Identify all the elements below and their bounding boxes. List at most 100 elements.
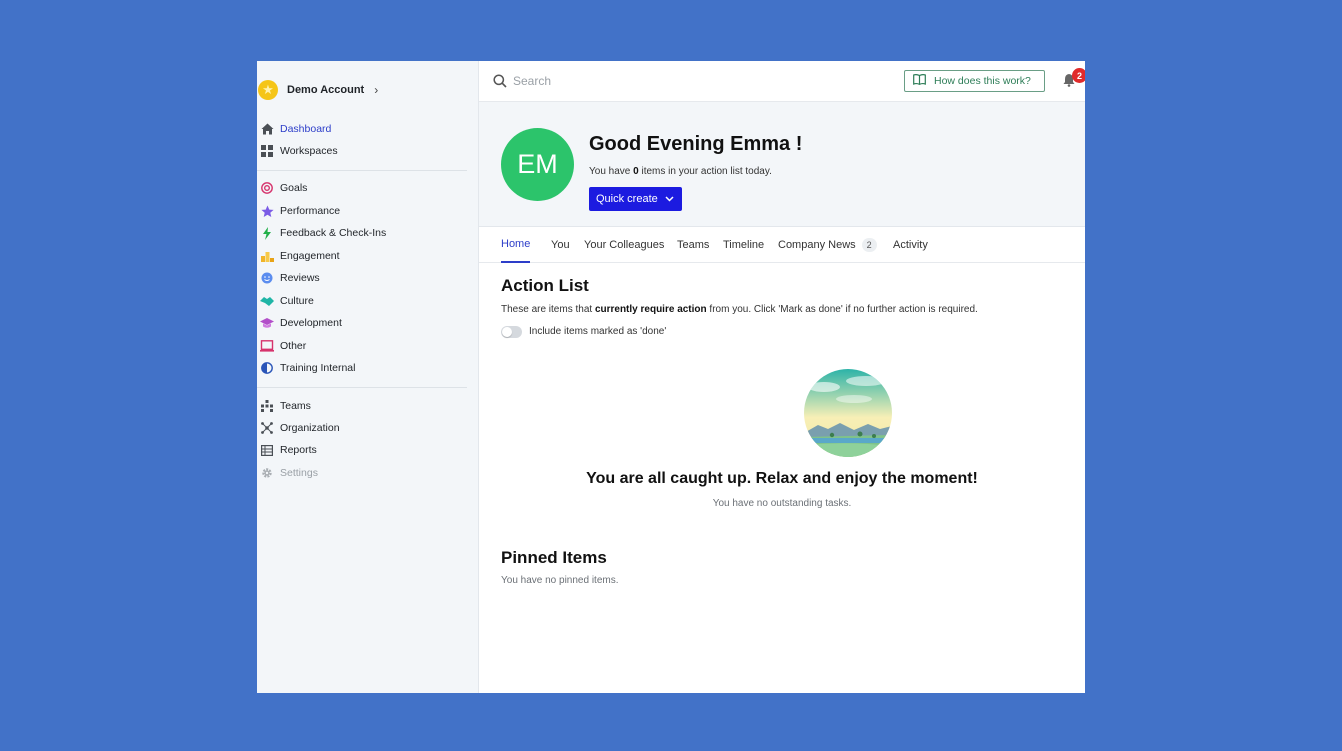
tab-count-badge: 2 <box>861 238 877 252</box>
home-icon <box>260 122 274 136</box>
podium-icon <box>260 249 274 263</box>
sidebar-item-label: Workspaces <box>280 145 338 157</box>
face-icon <box>260 271 274 285</box>
account-name: Demo Account <box>287 84 365 96</box>
tab-label: You <box>551 239 570 251</box>
chevron-down-icon <box>665 194 674 204</box>
sidebar-item-feedback[interactable]: Feedback & Check-Ins <box>260 224 386 242</box>
quick-create-button[interactable]: Quick create <box>589 187 682 211</box>
toggle-knob <box>502 327 512 337</box>
search-input[interactable] <box>513 72 813 90</box>
sidebar-item-label: Performance <box>280 205 341 217</box>
half-circle-icon <box>260 361 274 375</box>
sidebar-item-culture[interactable]: Culture <box>260 292 314 310</box>
main-content: How does this work? 2 EM Good Evening Em… <box>479 61 1085 693</box>
sidebar-item-goals[interactable]: Goals <box>260 179 307 197</box>
action-summary-suffix: items in your action list today. <box>641 166 772 177</box>
account-switcher[interactable]: ★ Demo Account › <box>257 78 378 102</box>
action-list-title: Action List <box>501 276 589 295</box>
search-icon <box>493 74 507 93</box>
action-summary: You have 0 items in your action list tod… <box>589 166 772 177</box>
sidebar-item-label: Settings <box>280 467 318 479</box>
landscape-illustration <box>804 369 892 457</box>
tab-activity[interactable]: Activity <box>893 227 928 263</box>
description-prefix: These are items that <box>501 304 593 315</box>
tab-label: Timeline <box>723 239 765 251</box>
sidebar-item-label: Culture <box>280 295 314 307</box>
app-window: ★ Demo Account › Dashboard Workspaces Go… <box>257 61 1085 693</box>
sidebar-divider <box>257 387 467 388</box>
tab-label: Teams <box>677 239 710 251</box>
sidebar-item-workspaces[interactable]: Workspaces <box>260 142 338 160</box>
book-icon <box>913 72 926 90</box>
sidebar-item-reports[interactable]: Reports <box>260 441 317 459</box>
sidebar-item-teams[interactable]: Teams <box>260 397 311 415</box>
tab-label: Activity <box>893 239 928 251</box>
help-button-label: How does this work? <box>934 75 1031 87</box>
sidebar-item-label: Development <box>280 317 342 329</box>
tab-label: Your Colleagues <box>584 239 665 251</box>
tab-you[interactable]: You <box>551 227 570 263</box>
description-suffix: from you. Click 'Mark as done' if no fur… <box>709 304 978 315</box>
tab-your-colleagues[interactable]: Your Colleagues <box>584 227 664 263</box>
sidebar-item-label: Feedback & Check-Ins <box>280 227 387 239</box>
account-star-icon: ★ <box>258 80 278 100</box>
quick-create-label: Quick create <box>596 193 658 205</box>
avatar[interactable]: EM <box>501 128 574 201</box>
description-emphasis: currently require action <box>594 304 707 315</box>
sidebar-item-dashboard[interactable]: Dashboard <box>260 120 331 138</box>
grid-icon <box>260 144 274 158</box>
empty-state-title: You are all caught up. Relax and enjoy t… <box>586 470 978 487</box>
tab-label: Home <box>501 238 531 250</box>
sidebar-item-engagement[interactable]: Engagement <box>260 247 340 265</box>
sidebar-item-training-internal[interactable]: Training Internal <box>260 359 355 377</box>
tab-bar: Home You Your Colleagues Teams Timeline … <box>479 227 1085 263</box>
table-icon <box>260 443 274 457</box>
sidebar-item-label: Training Internal <box>280 362 356 374</box>
graduation-cap-icon <box>260 316 274 330</box>
sidebar-item-settings[interactable]: Settings <box>260 464 318 482</box>
sidebar-item-label: Organization <box>280 422 340 434</box>
sidebar-item-other[interactable]: Other <box>260 337 306 355</box>
gear-icon <box>260 466 274 480</box>
top-bar: How does this work? 2 <box>479 61 1085 102</box>
star-icon <box>260 204 274 218</box>
lightning-icon <box>260 226 274 240</box>
pinned-items-title: Pinned Items <box>501 548 607 567</box>
sidebar-item-label: Goals <box>280 182 308 194</box>
target-icon <box>260 181 274 195</box>
handshake-icon <box>260 294 274 308</box>
sidebar: ★ Demo Account › Dashboard Workspaces Go… <box>257 61 479 693</box>
sidebar-item-development[interactable]: Development <box>260 314 342 332</box>
empty-state-subtitle: You have no outstanding tasks. <box>712 498 852 509</box>
sidebar-item-label: Other <box>280 340 307 352</box>
sidebar-item-organization[interactable]: Organization <box>260 419 340 437</box>
tab-home[interactable]: Home <box>501 227 531 263</box>
include-done-label: Include items marked as 'done' <box>529 326 667 337</box>
action-summary-prefix: You have <box>589 166 631 177</box>
sidebar-item-label: Teams <box>280 400 311 412</box>
laptop-icon <box>260 339 274 353</box>
tab-teams[interactable]: Teams <box>677 227 709 263</box>
network-icon <box>260 421 274 435</box>
notification-badge: 2 <box>1072 68 1085 83</box>
how-does-this-work-button[interactable]: How does this work? <box>904 70 1045 92</box>
sidebar-item-performance[interactable]: Performance <box>260 202 340 220</box>
sidebar-item-label: Engagement <box>280 250 340 262</box>
tab-label: Company News <box>778 239 856 251</box>
sidebar-item-label: Dashboard <box>280 123 332 135</box>
greeting-title: Good Evening Emma ! <box>589 133 803 155</box>
pinned-items-empty: You have no pinned items. <box>501 575 619 586</box>
action-list-description: These are items that currently require a… <box>501 304 978 315</box>
org-tree-icon <box>260 399 274 413</box>
sidebar-divider <box>257 170 467 171</box>
action-count: 0 <box>633 166 639 177</box>
sidebar-item-reviews[interactable]: Reviews <box>260 269 320 287</box>
sidebar-item-label: Reviews <box>280 272 320 284</box>
tab-company-news[interactable]: Company News 2 <box>778 227 877 263</box>
include-done-toggle[interactable] <box>501 326 522 338</box>
chevron-right-icon: › <box>374 83 379 97</box>
tab-timeline[interactable]: Timeline <box>723 227 764 263</box>
greeting-panel: EM Good Evening Emma ! You have 0 items … <box>479 102 1085 227</box>
sidebar-item-label: Reports <box>280 444 317 456</box>
